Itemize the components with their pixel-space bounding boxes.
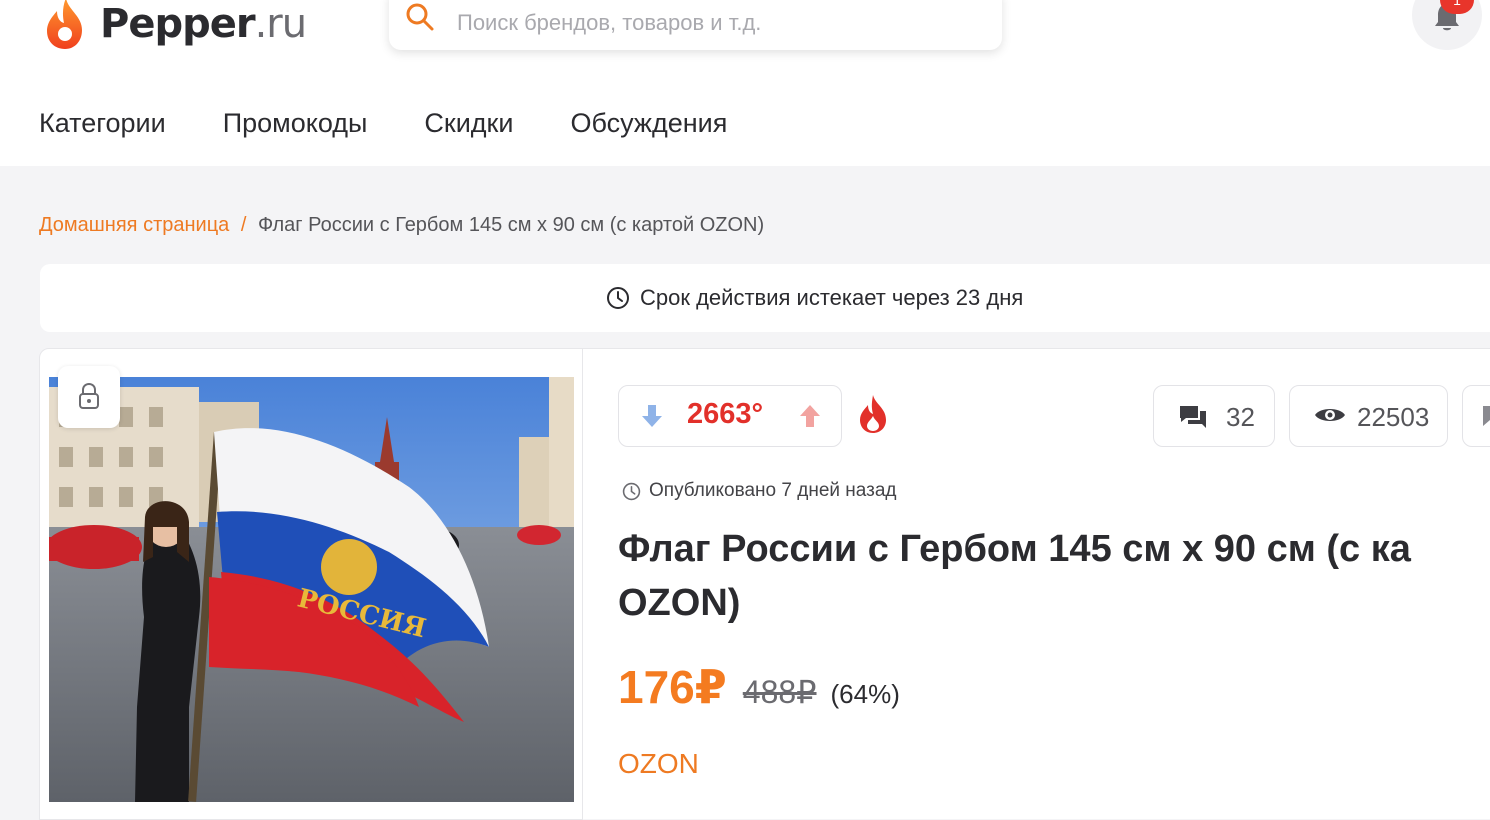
- deal-title-line2: OZON): [618, 582, 741, 624]
- vote-up-icon[interactable]: [797, 403, 823, 429]
- nav-item-promocodes[interactable]: Промокоды: [223, 100, 368, 146]
- views-count: 22503: [1357, 402, 1430, 432]
- nav-item-discounts[interactable]: Скидки: [424, 100, 513, 146]
- expiry-text: Срок действия истекает через 23 дня: [640, 285, 1024, 310]
- clock-small-icon: [622, 482, 641, 500]
- published-info: Опубликовано 7 дней назад: [622, 480, 896, 502]
- flag-photo-illustration: РОССИЯ: [49, 377, 574, 802]
- main-nav: Категории Промокоды Скидки Обсуждения: [39, 100, 784, 146]
- hot-fire-icon: [860, 395, 886, 433]
- vote-widget: 2663°: [618, 385, 842, 447]
- comments-count: 32: [1226, 402, 1255, 432]
- deal-title: Флаг России с Гербом 145 см x 90 см (с к…: [618, 522, 1490, 630]
- price-new: 176₽: [618, 661, 727, 713]
- lock-button[interactable]: [58, 366, 120, 428]
- clock-icon: [607, 287, 629, 309]
- deal-title-line1: Флаг России с Гербом 145 см x 90 см (с к…: [618, 528, 1411, 570]
- nav-item-categories[interactable]: Категории: [39, 100, 166, 146]
- expiry-banner: Срок действия истекает через 23 дня: [40, 264, 1490, 332]
- merchant-link[interactable]: OZON: [618, 748, 699, 780]
- flame-logo-icon: [47, 0, 82, 49]
- views-stat: 22503: [1289, 385, 1448, 447]
- discount-percent: (64%): [830, 679, 900, 709]
- comments-button[interactable]: 32: [1153, 385, 1275, 447]
- search-icon[interactable]: [405, 2, 435, 32]
- comment-icon: [1180, 406, 1206, 428]
- bookmark-icon: [1483, 406, 1490, 426]
- deal-image[interactable]: РОССИЯ: [49, 377, 574, 802]
- eye-icon: [1315, 409, 1345, 421]
- breadcrumb-home-link[interactable]: Домашняя страница: [39, 214, 229, 236]
- search-box[interactable]: [389, 0, 1002, 50]
- nav-item-discussions[interactable]: Обсуждения: [570, 100, 727, 146]
- deal-temperature: 2663°: [687, 398, 764, 430]
- search-input[interactable]: [455, 4, 979, 42]
- price-old: 488₽: [742, 674, 817, 710]
- price-block: 176₽ 488₽ (64%): [618, 660, 900, 714]
- breadcrumb: Домашняя страница / Флаг России с Гербом…: [39, 214, 764, 237]
- published-text: Опубликовано 7 дней назад: [649, 480, 897, 501]
- logo-text: Pepper.ru: [100, 1, 307, 47]
- breadcrumb-separator: /: [240, 214, 247, 236]
- breadcrumb-current: Флаг России с Гербом 145 см x 90 см (с к…: [257, 214, 765, 236]
- vote-down-icon[interactable]: [639, 403, 665, 429]
- bookmark-button[interactable]: [1462, 385, 1490, 447]
- lock-icon: [79, 382, 99, 409]
- pepper-logo[interactable]: Pepper.ru: [38, 0, 307, 52]
